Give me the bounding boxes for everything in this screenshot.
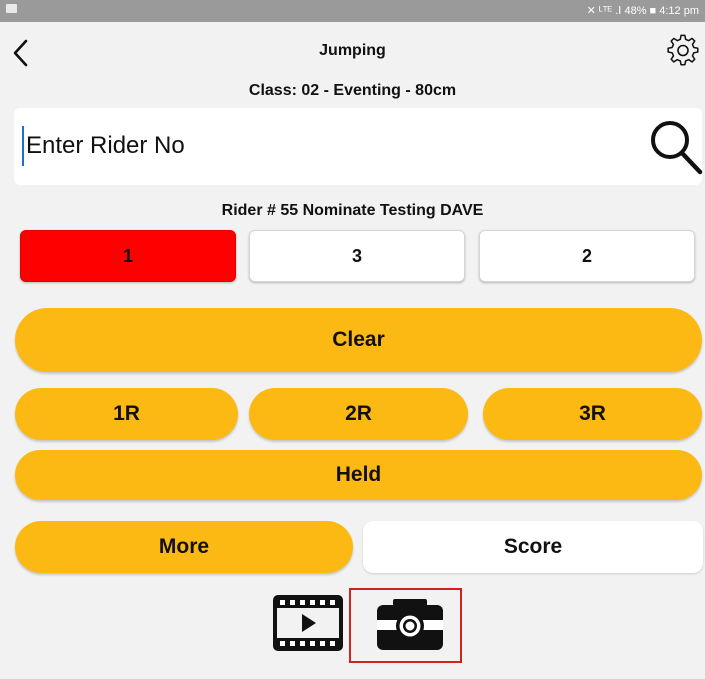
- refusal-3r-label: 3R: [579, 402, 606, 425]
- round-button-label: 3: [351, 245, 362, 266]
- video-icon[interactable]: [273, 595, 343, 651]
- status-bar: ✕ ᴸᵀᴱ .ⵏ 48% ■ 4:12 pm: [0, 0, 705, 22]
- search-icon[interactable]: [648, 118, 704, 176]
- refusal-1r-button[interactable]: 1R: [15, 388, 238, 440]
- search-box: [14, 108, 704, 185]
- round-button-label: 1: [122, 245, 133, 266]
- refusal-2r-button[interactable]: 2R: [249, 388, 468, 440]
- more-button-label: More: [158, 535, 210, 558]
- rider-label: Rider # 55 Nominate Testing DAVE: [221, 202, 484, 219]
- more-button[interactable]: More: [15, 521, 353, 573]
- score-button-label: Score: [503, 535, 563, 558]
- round-button-1[interactable]: 1: [20, 230, 236, 282]
- status-right: ✕ ᴸᵀᴱ .ⵏ 48% ■ 4:12 pm: [587, 4, 699, 18]
- class-label: Class: 02 - Eventing - 80cm: [248, 82, 457, 99]
- gear-icon[interactable]: [667, 34, 699, 66]
- camera-icon[interactable]: [375, 596, 445, 652]
- held-button[interactable]: Held: [15, 450, 702, 500]
- held-button-label: Held: [335, 463, 382, 486]
- status-text: ✕ ᴸᵀᴱ .ⵏ 48% ■ 4:12 pm: [586, 5, 699, 17]
- notification-icon: [6, 4, 17, 13]
- top-bar: Jumping Class: 02 - Eventing - 80cm: [0, 22, 705, 102]
- rider-number-input[interactable]: [22, 126, 626, 166]
- refusal-2r-label: 2R: [345, 402, 372, 425]
- refusal-1r-label: 1R: [113, 402, 140, 425]
- clear-button-label: Clear: [332, 328, 385, 351]
- round-button-label: 2: [581, 245, 592, 266]
- clear-button[interactable]: Clear: [15, 308, 702, 372]
- refusal-3r-button[interactable]: 3R: [483, 388, 702, 440]
- round-button-2[interactable]: 2: [479, 230, 695, 282]
- score-button[interactable]: Score: [363, 521, 703, 573]
- round-button-3[interactable]: 3: [249, 230, 465, 282]
- page-title: Jumping: [319, 42, 386, 59]
